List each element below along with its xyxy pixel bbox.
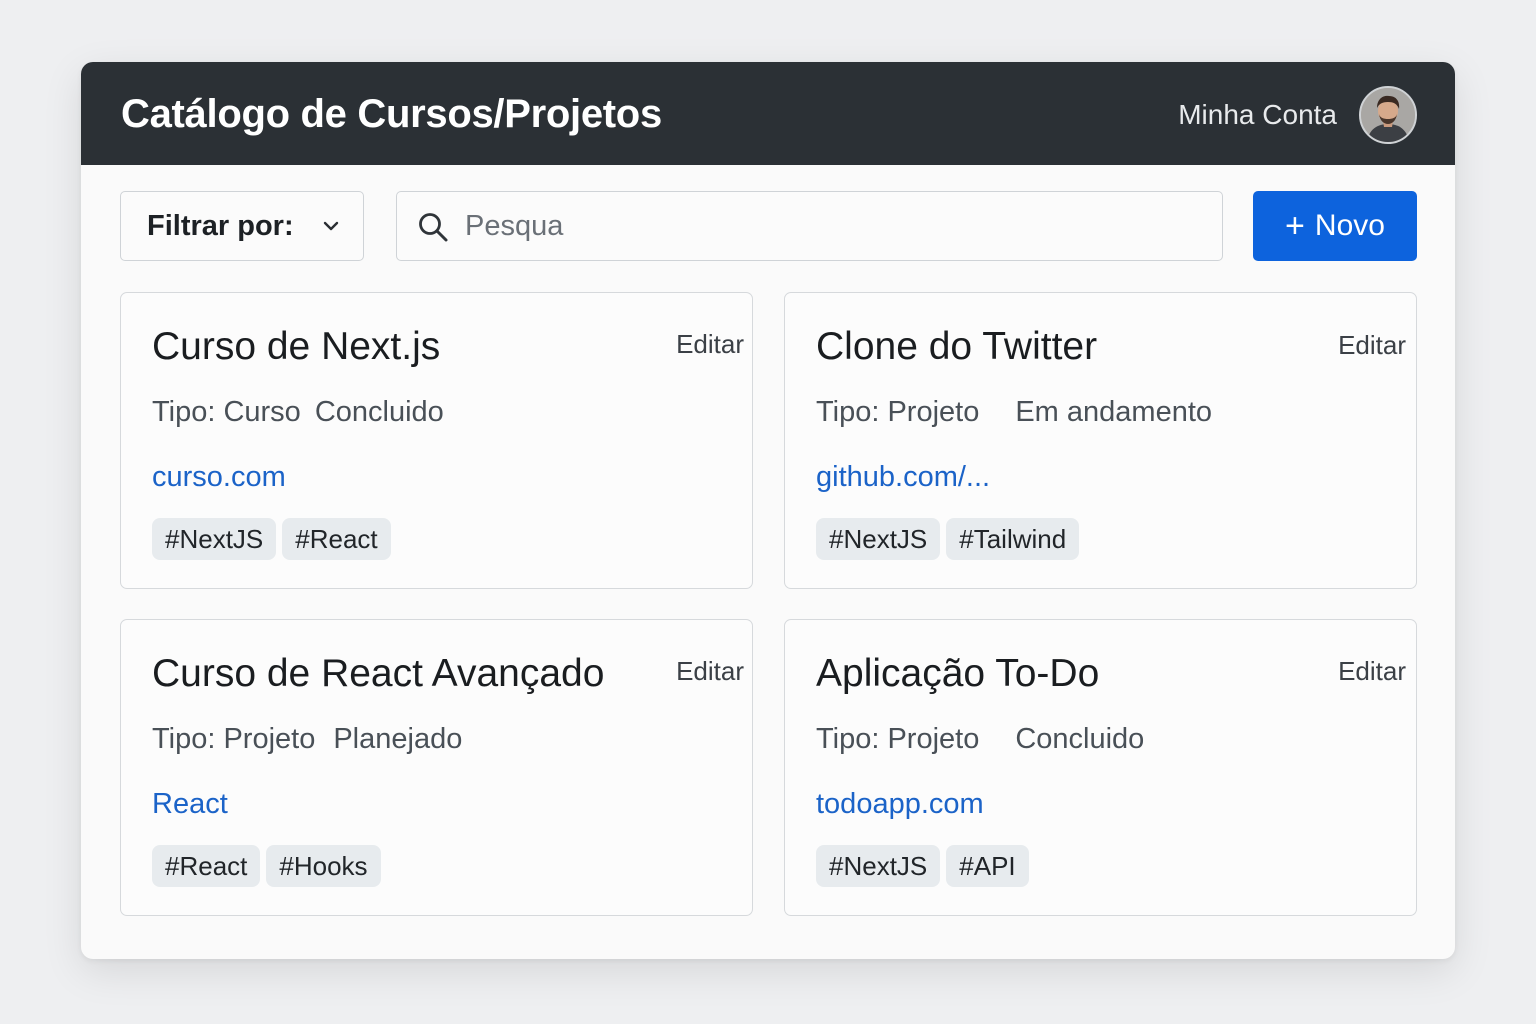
- app-header: Catálogo de Cursos/Projetos Minha Conta: [81, 62, 1455, 165]
- avatar[interactable]: [1359, 86, 1417, 144]
- card-type: Tipo: Projeto: [152, 723, 316, 755]
- tag-list: #NextJS #API: [816, 845, 1035, 887]
- edit-button[interactable]: Editar: [676, 329, 744, 360]
- card-meta: Tipo: Projeto Concluido: [816, 723, 1144, 756]
- new-button[interactable]: + Novo: [1253, 191, 1417, 261]
- card-link[interactable]: todoapp.com: [816, 788, 984, 821]
- edit-button[interactable]: Editar: [1338, 656, 1406, 687]
- card-meta: Tipo: Projeto Em andamento: [816, 396, 1212, 429]
- chevron-down-icon: [321, 216, 341, 241]
- card-status: Concluido: [1015, 723, 1145, 755]
- card-title: Curso de React Avançado: [152, 652, 605, 695]
- tag[interactable]: #Hooks: [266, 845, 381, 887]
- card-status: Planejado: [333, 723, 463, 755]
- card-link[interactable]: curso.com: [152, 461, 286, 494]
- toolbar: Filtrar por: + Novo: [120, 191, 1417, 261]
- catalog-card[interactable]: Curso de React Avançado Editar Tipo: Pro…: [120, 619, 753, 916]
- tag[interactable]: #NextJS: [816, 518, 941, 560]
- card-status: Em andamento: [1015, 396, 1213, 428]
- plus-icon: +: [1285, 207, 1305, 245]
- tag-list: #NextJS #Tailwind: [816, 518, 1085, 560]
- edit-button[interactable]: Editar: [1338, 330, 1406, 361]
- search-box: [396, 191, 1223, 261]
- card-link[interactable]: React: [152, 788, 228, 821]
- card-status: Concluido: [314, 396, 444, 428]
- new-button-label: Novo: [1314, 209, 1385, 242]
- filter-dropdown[interactable]: Filtrar por:: [120, 191, 364, 261]
- account-label[interactable]: Minha Conta: [1178, 99, 1337, 131]
- search-input[interactable]: [465, 204, 1185, 248]
- card-title: Curso de Next.js: [152, 325, 441, 368]
- catalog-card[interactable]: Aplicação To-Do Editar Tipo: Projeto Conc…: [784, 619, 1417, 916]
- filter-label: Filtrar por:: [147, 209, 294, 242]
- card-link[interactable]: github.com/...: [816, 461, 990, 494]
- app-window: Catálogo de Cursos/Projetos Minha Conta …: [81, 62, 1455, 959]
- edit-button[interactable]: Editar: [676, 656, 744, 687]
- search-icon: [417, 211, 449, 248]
- tag-list: #React #Hooks: [152, 845, 387, 887]
- card-type: Tipo: Projeto: [816, 396, 980, 428]
- tag[interactable]: #NextJS: [816, 845, 941, 887]
- card-title: Clone do Twitter: [816, 325, 1098, 368]
- tag[interactable]: #React: [152, 845, 261, 887]
- tag[interactable]: #API: [946, 845, 1029, 887]
- tag[interactable]: #Tailwind: [946, 518, 1080, 560]
- account-menu[interactable]: Minha Conta: [1178, 86, 1417, 144]
- page-title: Catálogo de Cursos/Projetos: [121, 92, 662, 136]
- card-meta: Tipo: Projeto Planejado: [152, 723, 462, 756]
- catalog-card[interactable]: Curso de Next.js Editar Tipo: Curso Concl…: [120, 292, 753, 589]
- tag-list: #NextJS #React: [152, 518, 397, 560]
- tag[interactable]: #NextJS: [152, 518, 277, 560]
- card-type: Tipo: Curso: [152, 396, 301, 428]
- card-meta: Tipo: Curso Concluido: [152, 396, 444, 429]
- card-title: Aplicação To-Do: [816, 652, 1100, 695]
- card-type: Tipo: Projeto: [816, 723, 980, 755]
- catalog-card[interactable]: Clone do Twitter Editar Tipo: Projeto Em …: [784, 292, 1417, 589]
- tag[interactable]: #React: [282, 518, 391, 560]
- user-avatar-icon: [1361, 88, 1415, 142]
